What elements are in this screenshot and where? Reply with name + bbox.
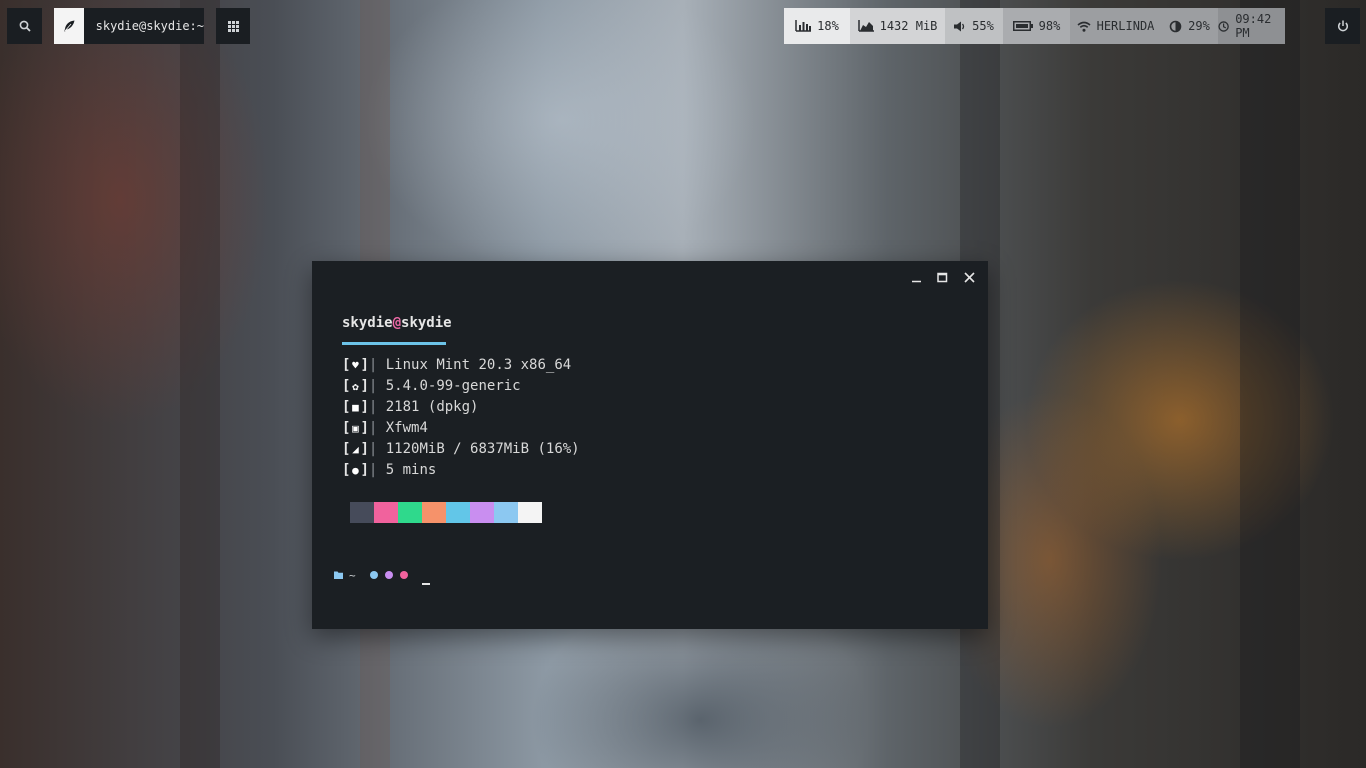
close-icon	[963, 271, 975, 283]
wifi-icon	[1077, 21, 1091, 32]
palette-swatch-5	[470, 502, 494, 523]
clock-value: 09:42 PM	[1235, 12, 1272, 40]
palette-swatch-6	[494, 502, 518, 523]
prompt-path: ~	[349, 568, 356, 582]
network-indicator[interactable]: HERLINDA	[1070, 8, 1161, 44]
cpu-indicator[interactable]: 18%	[784, 8, 850, 44]
username: skydie	[342, 315, 393, 331]
terminal-window[interactable]: skydie@skydie [♥]| Linux Mint 20.3 x86_6…	[312, 261, 988, 629]
status-bar: 18% 1432 MiB 55% 98% HERLINDA 29% 09:42 …	[784, 8, 1285, 44]
active-window-button[interactable]: skydie@skydie:~	[54, 8, 204, 44]
shell-prompt: ~	[334, 568, 408, 582]
volume-indicator[interactable]: 55%	[945, 8, 1003, 44]
palette-swatch-7	[518, 502, 542, 523]
package-icon: ■	[352, 401, 359, 414]
palette-swatch-1	[374, 502, 398, 523]
maximize-button[interactable]	[934, 269, 950, 285]
hostname: skydie	[401, 315, 452, 331]
power-button[interactable]	[1325, 8, 1360, 44]
bulb-icon: ●	[352, 464, 359, 477]
feather-icon	[63, 20, 75, 32]
area-chart-icon	[857, 20, 874, 32]
app-grid-button[interactable]	[216, 8, 250, 44]
info-line-os: [♥]| Linux Mint 20.3 x86_64	[342, 355, 571, 376]
close-button[interactable]	[961, 269, 977, 285]
folder-icon	[334, 571, 343, 579]
memory-indicator[interactable]: 1432 MiB	[850, 8, 945, 44]
uptime-value: 5 mins	[385, 462, 437, 478]
info-line-packages: [■]| 2181 (dpkg)	[342, 397, 478, 418]
network-value: HERLINDA	[1096, 19, 1155, 33]
info-line-kernel: [✿]| 5.4.0-99-generic	[342, 376, 521, 397]
info-line-memory: [◢]| 1120MiB / 6837MiB (16%)	[342, 439, 580, 460]
brightness-icon	[1169, 20, 1182, 32]
search-icon	[19, 20, 31, 32]
search-button[interactable]	[7, 8, 42, 44]
color-palette	[350, 502, 542, 523]
heart-icon: ♥	[352, 359, 359, 372]
battery-icon	[1012, 21, 1033, 31]
palette-swatch-4	[446, 502, 470, 523]
prompt-dot-purple	[384, 571, 393, 579]
wm-value: Xfwm4	[385, 420, 428, 436]
speaker-icon	[954, 21, 965, 31]
feather-icon-box	[54, 8, 84, 44]
memory-value: 1432 MiB	[879, 19, 938, 33]
maximize-icon	[936, 272, 947, 282]
memory-icon: ◢	[352, 443, 359, 456]
os-value: Linux Mint 20.3 x86_64	[385, 357, 572, 373]
title-underline	[342, 342, 446, 345]
grid-icon	[227, 20, 239, 32]
text-cursor[interactable]	[422, 583, 430, 585]
palette-swatch-0	[350, 502, 374, 523]
volume-value: 55%	[972, 19, 994, 33]
battery-value: 98%	[1038, 19, 1061, 33]
wallpaper-stripe	[180, 0, 220, 768]
power-icon	[1337, 20, 1348, 32]
minimize-icon	[911, 280, 921, 282]
brightness-value: 29%	[1188, 19, 1210, 33]
gear-icon: ✿	[352, 380, 359, 393]
battery-indicator[interactable]: 98%	[1003, 8, 1070, 44]
palette-swatch-3	[422, 502, 446, 523]
prompt-dot-blue	[369, 571, 378, 579]
user-host-title: skydie@skydie	[342, 315, 452, 331]
bar-chart-icon	[795, 20, 812, 32]
prompt-dot-pink	[399, 571, 408, 579]
brightness-indicator[interactable]: 29%	[1161, 8, 1218, 44]
minimize-button[interactable]	[908, 269, 924, 285]
clock-icon	[1218, 20, 1229, 32]
palette-swatch-2	[398, 502, 422, 523]
info-line-wm: [▣]| Xfwm4	[342, 418, 428, 439]
memory-usage-value: 1120MiB / 6837MiB (16%)	[385, 441, 580, 457]
at-sign: @	[392, 315, 402, 331]
window-title: skydie@skydie:~	[83, 8, 204, 44]
cpu-value: 18%	[817, 19, 839, 33]
window-icon: ▣	[352, 422, 359, 435]
clock-indicator[interactable]: 09:42 PM	[1218, 8, 1285, 44]
kernel-value: 5.4.0-99-generic	[385, 378, 521, 394]
wallpaper-stripe	[1240, 0, 1300, 768]
info-line-uptime: [●]| 5 mins	[342, 460, 436, 481]
packages-value: 2181 (dpkg)	[385, 399, 479, 415]
